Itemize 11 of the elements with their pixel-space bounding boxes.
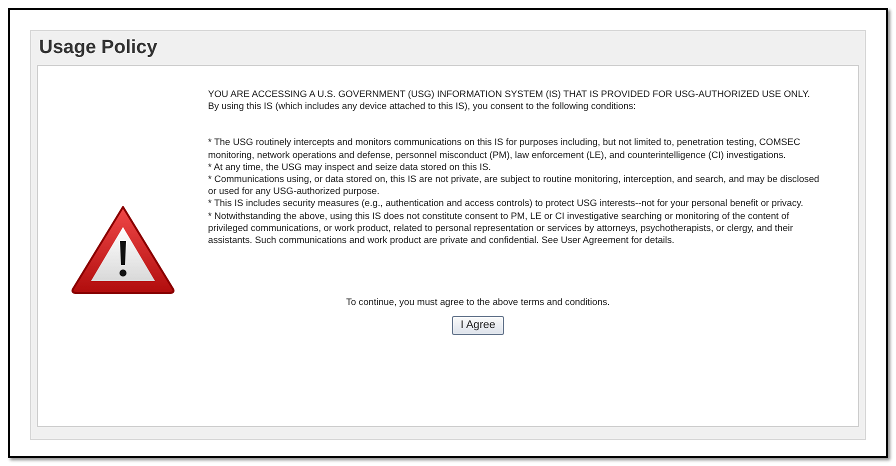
panel-title: Usage Policy [38, 36, 158, 60]
condition-text: * This IS includes security measures (e.g., authentication and access controls) to protect USG interests--not for your personal benefit or privacy. [208, 197, 804, 210]
condition-text: * At any time, the USG may inspect and seize data stored on this IS. [208, 160, 492, 174]
agree-button[interactable]: I Agree [452, 316, 504, 335]
warning-icon [69, 203, 177, 297]
notice-text: YOU ARE ACCESSING A U.S. GOVERNMENT (USG) INFORMATION SYSTEM (IS) THAT IS PROVIDED FOR USG-AUTHORIZED USE ONLY. [208, 88, 811, 100]
agree-prompt: To continue, you must agree to the above terms and conditions. [346, 296, 610, 308]
condition-text: * The USG routinely intercepts and monitors communications on this IS for purposes including, but not limited to, penetration testing, COMSEC monitoring, network operations and defense, personnel misconduct (PM), law enforcement (LE), and counterintelligence (CI) investigations. [208, 136, 802, 161]
condition-text: * Communications using, or data stored on, this IS are not private, are subject to routine monitoring, interception, and search, and may be disclosed or used for any USG-authorized purpose. [208, 173, 820, 198]
condition-text: * Notwithstanding the above, using this IS does not constitute consent to PM, LE or CI investigative searching or monitoring of the content of privileged communications, or work product, related to personal representation or services by attorneys, psychotherapists, or clergy, and their assistants. Such communications and work product are private and confidential. See User Agreement for details. [208, 210, 794, 246]
notice-text: By using this IS (which includes any device attached to this IS), you consent to the following conditions: [208, 100, 637, 112]
